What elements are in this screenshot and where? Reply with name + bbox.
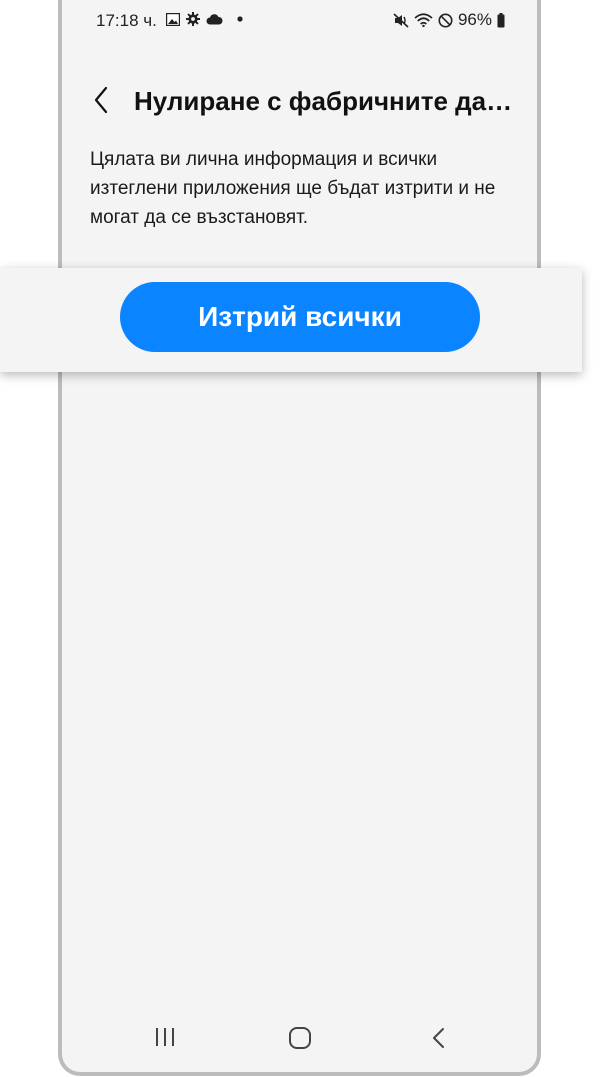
status-left-icons bbox=[166, 12, 243, 26]
chevron-left-icon bbox=[94, 86, 108, 114]
wifi-icon bbox=[414, 13, 433, 27]
highlight-callout: Изтрий всички bbox=[0, 268, 582, 372]
status-bar: 17:18 ч. 96% bbox=[62, 0, 537, 40]
back-icon bbox=[433, 1028, 444, 1048]
cloud-icon bbox=[206, 13, 223, 25]
home-icon bbox=[289, 1027, 311, 1049]
screenshot-canvas: 17:18 ч. 96% Нулиране с фабричните да… Ц… bbox=[0, 0, 600, 1077]
battery-icon bbox=[497, 12, 505, 28]
nav-back-button[interactable] bbox=[428, 1026, 450, 1055]
back-button[interactable] bbox=[88, 84, 116, 116]
battery-percent: 96% bbox=[457, 10, 492, 29]
dot-icon bbox=[237, 16, 243, 22]
reset-description: Цялата ви лична информация и всички изте… bbox=[90, 149, 496, 228]
home-button[interactable] bbox=[288, 1026, 312, 1055]
gallery-icon bbox=[166, 12, 180, 26]
delete-all-button[interactable]: Изтрий всички bbox=[120, 282, 480, 352]
status-right-icons: 96% bbox=[393, 10, 505, 30]
mute-vibrate-icon bbox=[393, 12, 409, 28]
navigation-bar bbox=[62, 1018, 537, 1058]
do-not-disturb-icon bbox=[438, 13, 453, 28]
status-time: 17:18 ч. bbox=[96, 11, 157, 30]
gear-icon bbox=[186, 12, 200, 26]
recents-button[interactable] bbox=[154, 1026, 176, 1053]
recents-icon bbox=[156, 1028, 174, 1046]
header: Нулиране с фабричните да… bbox=[62, 80, 537, 120]
page-title: Нулиране с фабричните да… bbox=[134, 86, 513, 116]
phone-frame: 17:18 ч. 96% Нулиране с фабричните да… Ц… bbox=[58, 0, 541, 1076]
